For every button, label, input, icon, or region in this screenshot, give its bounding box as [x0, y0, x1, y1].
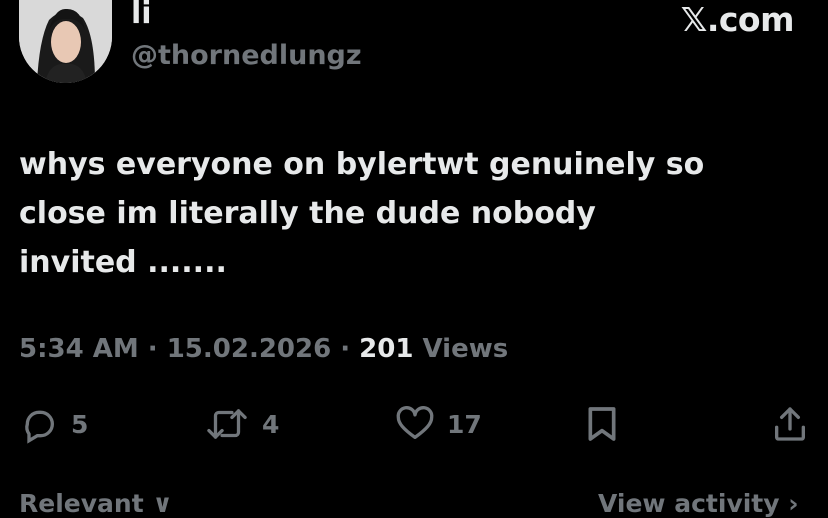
views-label: Views	[413, 334, 509, 364]
retweet-icon	[204, 404, 250, 444]
tweet-meta: 5:34 AM · 15.02.2026 · 201 Views	[19, 334, 508, 364]
like-button[interactable]: 17	[395, 402, 482, 446]
heart-icon	[395, 404, 435, 444]
avatar[interactable]	[19, 0, 112, 83]
meta-separator: ·	[138, 334, 167, 364]
meta-separator: ·	[331, 334, 360, 364]
display-name[interactable]: li	[131, 0, 152, 31]
bookmark-button[interactable]	[584, 402, 620, 446]
reply-icon	[19, 404, 59, 444]
action-bar: 5 4 17	[0, 402, 828, 446]
share-icon	[770, 404, 810, 444]
avatar-image	[19, 0, 112, 83]
sort-replies-dropdown[interactable]: Relevant ∨	[19, 489, 173, 518]
views-count[interactable]: 201	[359, 334, 413, 364]
like-count: 17	[447, 409, 482, 439]
reply-count: 5	[71, 409, 89, 439]
tweet-text: whys everyone on bylertwt genuinely so c…	[19, 147, 705, 280]
retweet-button[interactable]: 4	[204, 402, 279, 446]
share-button[interactable]	[770, 402, 810, 446]
tweet-date: 15.02.2026	[166, 334, 332, 364]
x-com-logo: 𝕏.com	[680, 0, 795, 39]
retweet-count: 4	[262, 409, 280, 439]
user-handle[interactable]: @thornedlungz	[131, 40, 362, 71]
tweet-time: 5:34 AM	[19, 334, 139, 364]
reply-button[interactable]: 5	[19, 402, 88, 446]
view-activity-link[interactable]: View activity ›	[598, 489, 799, 518]
bookmark-icon	[584, 404, 620, 444]
